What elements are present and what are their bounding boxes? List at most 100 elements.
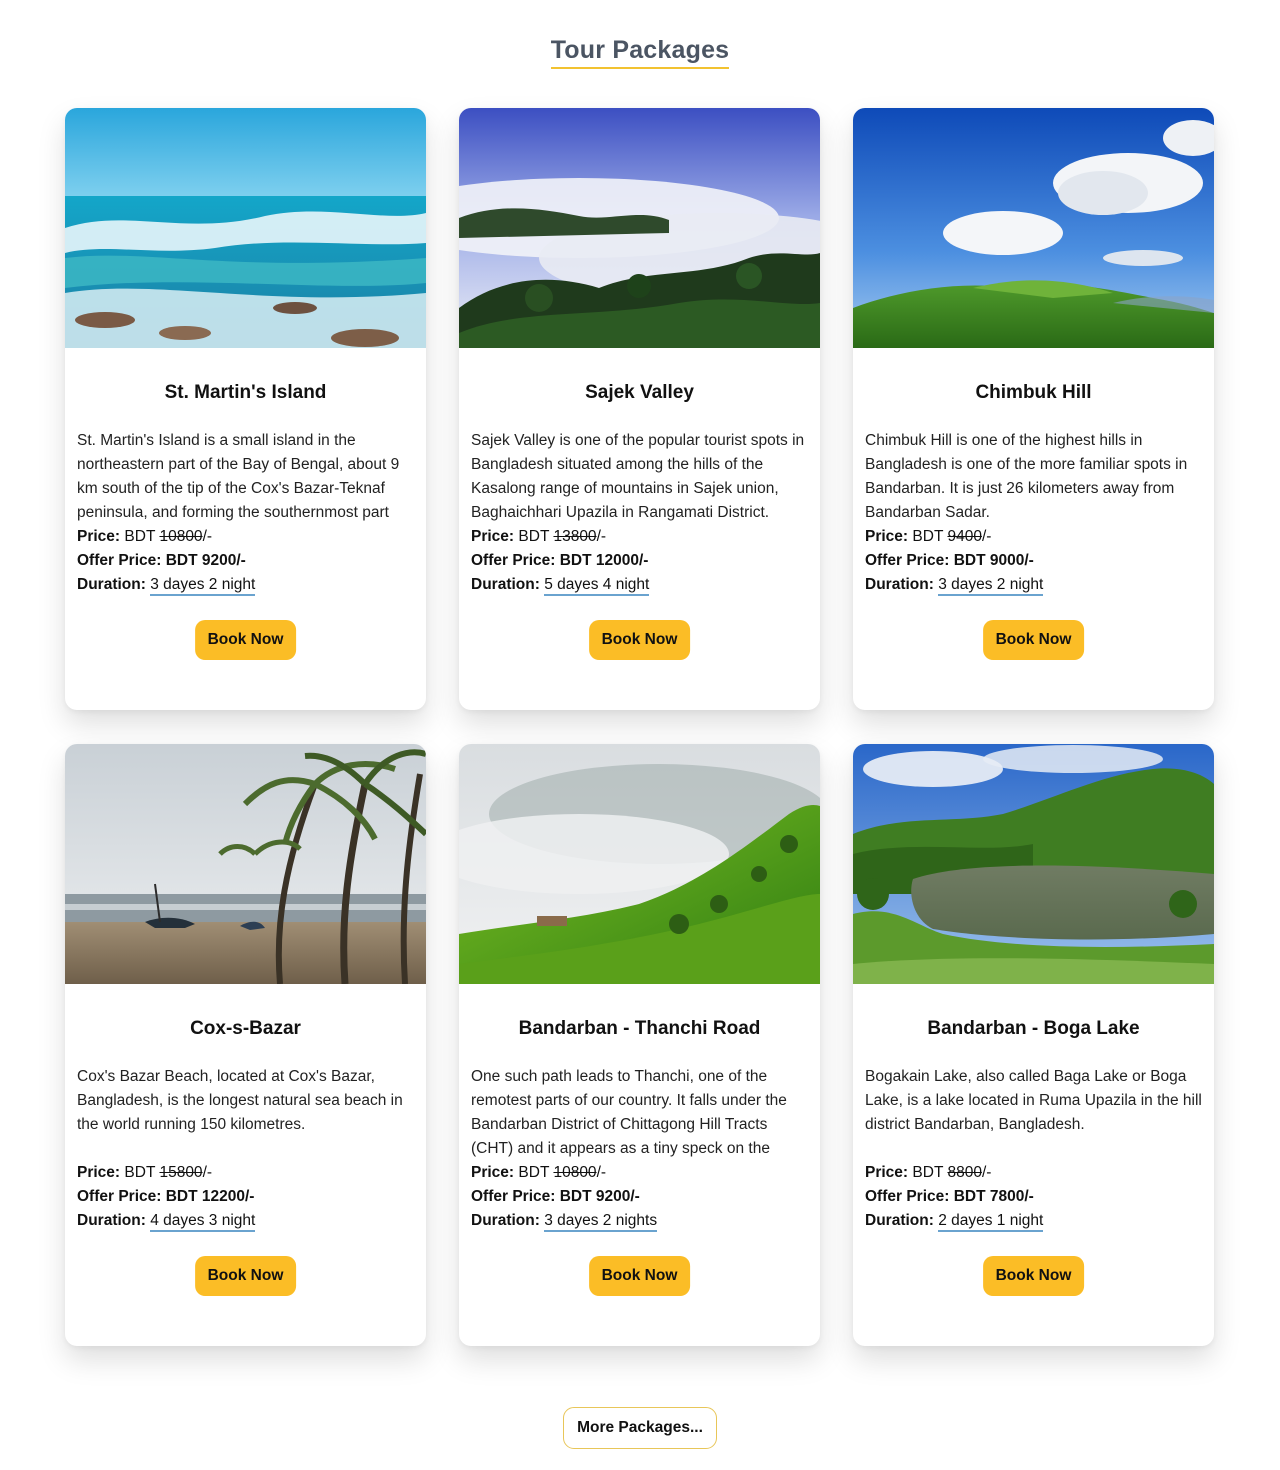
book-now-button[interactable]: Book Now bbox=[588, 620, 691, 660]
offer-price-line: Offer Price: BDT 9000/- bbox=[865, 549, 1202, 573]
offer-price-line: Offer Price: BDT 12000/- bbox=[471, 549, 808, 573]
offer-price-value: BDT 12200/- bbox=[165, 1188, 255, 1205]
offer-price-line: Offer Price: BDT 9200/- bbox=[77, 549, 414, 573]
duration-label: Duration: bbox=[865, 1212, 934, 1229]
package-description: Sajek Valley is one of the popular touri… bbox=[471, 432, 805, 521]
package-card: Sajek Valley Sajek Valley is one of the … bbox=[459, 108, 820, 710]
price-label: Price: bbox=[865, 1164, 909, 1181]
package-card: Bandarban - Boga Lake Bogakain Lake, als… bbox=[853, 744, 1214, 1346]
palm-beach-photo bbox=[65, 744, 426, 984]
package-title: Sajek Valley bbox=[585, 382, 694, 403]
duration-line: Duration: 3 dayes 2 night bbox=[77, 573, 414, 597]
offer-price-value: BDT 9000/- bbox=[953, 552, 1034, 569]
currency-label: BDT bbox=[518, 528, 550, 545]
package-description: One such path leads to Thanchi, one of t… bbox=[471, 1068, 787, 1157]
price-line: Price: BDT 8800/- bbox=[865, 1161, 1202, 1185]
package-card: Chimbuk Hill Chimbuk Hill is one of the … bbox=[853, 108, 1214, 710]
duration-value: 3 dayes 2 night bbox=[150, 576, 256, 596]
package-title: St. Martin's Island bbox=[164, 382, 327, 403]
offer-price-value: BDT 12000/- bbox=[559, 552, 649, 569]
currency-label: BDT bbox=[912, 528, 944, 545]
foggy-hillside-photo bbox=[459, 744, 820, 984]
price-line: Price: BDT 10800/- bbox=[77, 525, 414, 549]
duration-value: 3 dayes 2 nights bbox=[544, 1212, 658, 1232]
book-now-button[interactable]: Book Now bbox=[982, 1256, 1085, 1296]
currency-label: BDT bbox=[912, 1164, 944, 1181]
duration-value: 5 dayes 4 night bbox=[544, 576, 650, 596]
price-suffix: /- bbox=[596, 1164, 607, 1181]
duration-line: Duration: 5 dayes 4 night bbox=[471, 573, 808, 597]
offer-price-label: Offer Price: bbox=[865, 1188, 950, 1205]
package-title: Cox-s-Bazar bbox=[190, 1018, 301, 1039]
price-line: Price: BDT 9400/- bbox=[865, 525, 1202, 549]
price-suffix: /- bbox=[202, 528, 213, 545]
misty-valley-photo bbox=[459, 108, 820, 348]
currency-label: BDT bbox=[124, 528, 156, 545]
offer-price-label: Offer Price: bbox=[77, 552, 162, 569]
section-title: Tour Packages bbox=[550, 36, 730, 69]
original-price: 10800 bbox=[159, 528, 203, 545]
package-title: Bandarban - Thanchi Road bbox=[518, 1018, 761, 1039]
sea-waves-photo bbox=[65, 108, 426, 348]
duration-label: Duration: bbox=[77, 1212, 146, 1229]
currency-label: BDT bbox=[124, 1164, 156, 1181]
package-description: Chimbuk Hill is one of the highest hills… bbox=[865, 432, 1188, 521]
original-price: 15800 bbox=[159, 1164, 203, 1181]
offer-price-value: BDT 9200/- bbox=[165, 552, 246, 569]
package-title: Chimbuk Hill bbox=[975, 382, 1092, 403]
duration-value: 3 dayes 2 night bbox=[938, 576, 1044, 596]
price-line: Price: BDT 13800/- bbox=[471, 525, 808, 549]
offer-price-line: Offer Price: BDT 9200/- bbox=[471, 1185, 808, 1209]
price-line: Price: BDT 15800/- bbox=[77, 1161, 414, 1185]
offer-price-value: BDT 7800/- bbox=[953, 1188, 1034, 1205]
book-now-button[interactable]: Book Now bbox=[194, 1256, 297, 1296]
price-label: Price: bbox=[77, 1164, 121, 1181]
duration-line: Duration: 3 dayes 2 nights bbox=[471, 1209, 808, 1233]
package-card: Bandarban - Thanchi Road One such path l… bbox=[459, 744, 820, 1346]
original-price: 13800 bbox=[553, 528, 597, 545]
duration-line: Duration: 4 dayes 3 night bbox=[77, 1209, 414, 1233]
price-suffix: /- bbox=[981, 528, 992, 545]
package-description: St. Martin's Island is a small island in… bbox=[77, 432, 400, 521]
cropped-header-fragment bbox=[360, 0, 470, 6]
package-description: Cox's Bazar Beach, located at Cox's Baza… bbox=[77, 1068, 403, 1133]
offer-price-line: Offer Price: BDT 12200/- bbox=[77, 1185, 414, 1209]
price-label: Price: bbox=[77, 528, 121, 545]
offer-price-label: Offer Price: bbox=[471, 552, 556, 569]
hill-lake-photo bbox=[853, 744, 1214, 984]
packages-grid: St. Martin's Island St. Martin's Island … bbox=[65, 108, 1215, 1346]
duration-label: Duration: bbox=[471, 1212, 540, 1229]
offer-price-label: Offer Price: bbox=[865, 552, 950, 569]
price-label: Price: bbox=[471, 528, 515, 545]
offer-price-label: Offer Price: bbox=[77, 1188, 162, 1205]
book-now-button[interactable]: Book Now bbox=[194, 620, 297, 660]
price-suffix: /- bbox=[202, 1164, 213, 1181]
offer-price-line: Offer Price: BDT 7800/- bbox=[865, 1185, 1202, 1209]
duration-label: Duration: bbox=[471, 576, 540, 593]
duration-line: Duration: 3 dayes 2 night bbox=[865, 573, 1202, 597]
duration-label: Duration: bbox=[77, 576, 146, 593]
price-suffix: /- bbox=[596, 528, 607, 545]
duration-value: 2 dayes 1 night bbox=[938, 1212, 1044, 1232]
price-suffix: /- bbox=[981, 1164, 992, 1181]
package-card: St. Martin's Island St. Martin's Island … bbox=[65, 108, 426, 710]
price-label: Price: bbox=[865, 528, 909, 545]
package-title: Bandarban - Boga Lake bbox=[927, 1018, 1140, 1039]
price-line: Price: BDT 10800/- bbox=[471, 1161, 808, 1185]
duration-label: Duration: bbox=[865, 576, 934, 593]
original-price: 10800 bbox=[553, 1164, 597, 1181]
currency-label: BDT bbox=[518, 1164, 550, 1181]
green-hill-photo bbox=[853, 108, 1214, 348]
section-header: Tour Packages bbox=[0, 36, 1280, 69]
book-now-button[interactable]: Book Now bbox=[588, 1256, 691, 1296]
price-label: Price: bbox=[471, 1164, 515, 1181]
book-now-button[interactable]: Book Now bbox=[982, 620, 1085, 660]
original-price: 9400 bbox=[947, 528, 982, 545]
offer-price-value: BDT 9200/- bbox=[559, 1188, 640, 1205]
duration-line: Duration: 2 dayes 1 night bbox=[865, 1209, 1202, 1233]
more-packages-button[interactable]: More Packages... bbox=[563, 1407, 717, 1449]
package-card: Cox-s-Bazar Cox's Bazar Beach, located a… bbox=[65, 744, 426, 1346]
package-description: Bogakain Lake, also called Baga Lake or … bbox=[865, 1068, 1202, 1133]
duration-value: 4 dayes 3 night bbox=[150, 1212, 256, 1232]
original-price: 8800 bbox=[947, 1164, 982, 1181]
